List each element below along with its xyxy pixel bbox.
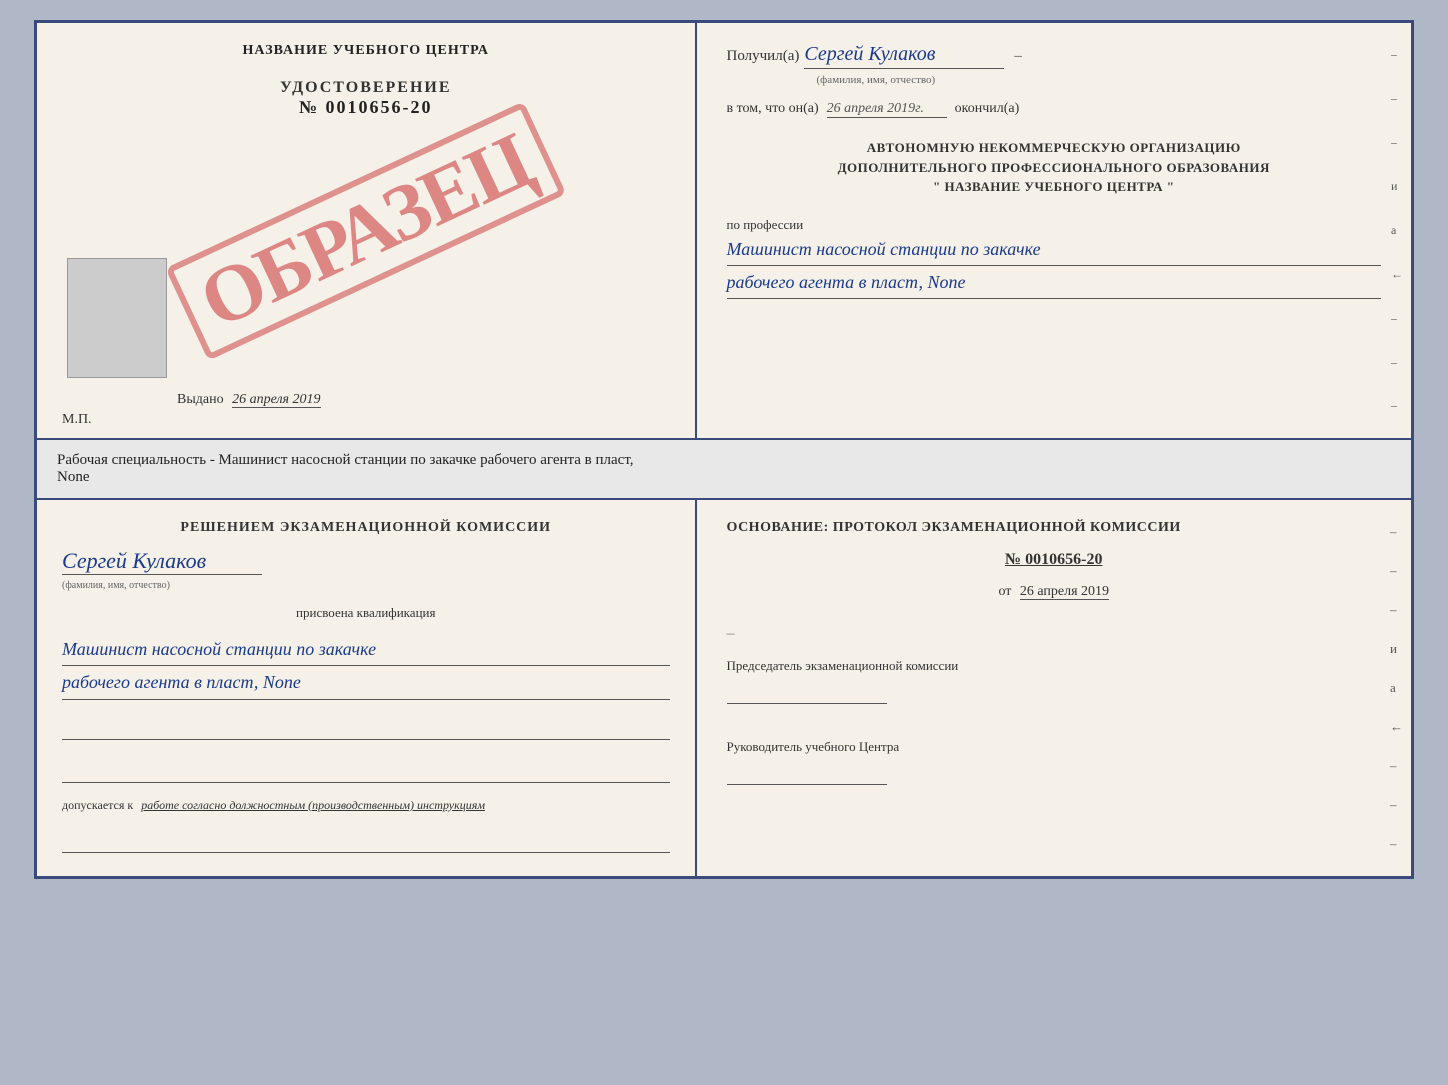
- profession-label: по профессии: [727, 217, 1381, 233]
- issued-label: Выдано: [177, 392, 224, 407]
- dash3: –: [1391, 135, 1403, 150]
- recipient-name: Сергей Кулаков: [804, 43, 1004, 69]
- bdash5: а: [1390, 680, 1403, 696]
- top-right-panel: Получил(а) Сергей Кулаков – (фамилия, им…: [697, 23, 1411, 438]
- dash6: ←: [1391, 267, 1403, 282]
- decision-title: Решением экзаменационной комиссии: [62, 520, 670, 536]
- dash-line: –: [727, 625, 1381, 643]
- dash1: –: [1391, 47, 1403, 62]
- date-line: в том, что он(а) 26 апреля 2019г. окончи…: [727, 101, 1381, 118]
- bdash2: –: [1390, 563, 1403, 579]
- chairman-sig-line: [727, 679, 887, 704]
- completion-date: 26 апреля 2019г.: [827, 101, 947, 118]
- protocol-date-prefix: от: [998, 584, 1011, 599]
- dash2: –: [1391, 91, 1403, 106]
- protocol-date: 26 апреля 2019: [1020, 584, 1109, 600]
- director-block: Руководитель учебного Центра: [727, 739, 1381, 785]
- bottom-profession-block: Машинист насосной станции по закачке раб…: [62, 633, 670, 700]
- top-document: НАЗВАНИЕ УЧЕБНОГО ЦЕНТРА УДОСТОВЕРЕНИЕ №…: [34, 20, 1414, 440]
- bdash6: ←: [1390, 719, 1403, 735]
- bdash9: –: [1390, 836, 1403, 852]
- recipient-line: Получил(а) Сергей Кулаков –: [727, 43, 1381, 69]
- bottom-profession-line1: Машинист насосной станции по закачке: [62, 633, 670, 666]
- dash5: а: [1391, 223, 1403, 238]
- bottom-profession-line2: рабочего агента в пласт, None: [62, 666, 670, 699]
- person-name: Сергей Кулаков: [62, 548, 262, 575]
- profession-line2: рабочего агента в пласт, None: [727, 266, 1381, 299]
- profession-line1: Машинист насосной станции по закачке: [727, 233, 1381, 266]
- person-sublabel: (фамилия, имя, отчество): [62, 580, 170, 591]
- date-suffix: окончил(а): [955, 101, 1020, 117]
- org-line3: " НАЗВАНИЕ УЧЕБНОГО ЦЕНТРА ": [727, 177, 1381, 197]
- top-left-panel: НАЗВАНИЕ УЧЕБНОГО ЦЕНТРА УДОСТОВЕРЕНИЕ №…: [37, 23, 697, 438]
- right-dashes: – – – и а ← – – –: [1391, 23, 1403, 438]
- middle-text-line2: None: [57, 469, 90, 485]
- underline1: [62, 715, 670, 740]
- director-sig-line: [727, 760, 887, 785]
- qualification-label: присвоена квалификация: [62, 605, 670, 621]
- bottom-document: Решением экзаменационной комиссии Сергей…: [34, 498, 1414, 879]
- recipient-sublabel: (фамилия, имя, отчество): [817, 74, 1381, 86]
- org-line2: ДОПОЛНИТЕЛЬНОГО ПРОФЕССИОНАЛЬНОГО ОБРАЗО…: [727, 158, 1381, 178]
- admission-text: допускается к работе согласно должностны…: [62, 798, 670, 813]
- recipient-prefix: Получил(а): [727, 48, 800, 65]
- date-prefix: в том, что он(а): [727, 101, 819, 117]
- document-container: НАЗВАНИЕ УЧЕБНОГО ЦЕНТРА УДОСТОВЕРЕНИЕ №…: [34, 20, 1414, 879]
- protocol-number: № 0010656-20: [727, 551, 1381, 569]
- person-name-block: Сергей Кулаков (фамилия, имя, отчество): [62, 548, 670, 593]
- profession-section: по профессии Машинист насосной станции п…: [727, 217, 1381, 300]
- underline3: [62, 828, 670, 853]
- bdash7: –: [1390, 758, 1403, 774]
- cert-number: № 0010656-20: [299, 97, 433, 117]
- dash9: –: [1391, 398, 1403, 413]
- cert-title: УДОСТОВЕРЕНИЕ: [280, 79, 452, 97]
- chairman-title: Председатель экзаменационной комиссии: [727, 658, 1381, 674]
- bottom-right-panel: Основание: протокол экзаменационной коми…: [697, 500, 1411, 876]
- director-title: Руководитель учебного Центра: [727, 739, 1381, 755]
- dash8: –: [1391, 355, 1403, 370]
- bottom-left-panel: Решением экзаменационной комиссии Сергей…: [37, 500, 697, 876]
- school-title-top: НАЗВАНИЕ УЧЕБНОГО ЦЕНТРА: [243, 43, 489, 59]
- bdash4: и: [1390, 641, 1403, 657]
- protocol-date-line: от 26 апреля 2019: [727, 584, 1381, 600]
- middle-text-block: Рабочая специальность - Машинист насосно…: [34, 440, 1414, 498]
- dash7: –: [1391, 311, 1403, 326]
- mp-label: М.П.: [62, 412, 92, 428]
- right-dashes-bottom: – – – и а ← – – –: [1390, 500, 1403, 876]
- bdash3: –: [1390, 602, 1403, 618]
- admission-prefix: допускается к: [62, 798, 133, 812]
- middle-text-content: Рабочая специальность - Машинист насосно…: [57, 452, 634, 468]
- admission-italic: работе согласно должностным (производств…: [141, 798, 485, 812]
- bdash1: –: [1390, 524, 1403, 540]
- underline2: [62, 758, 670, 783]
- spacer: –: [727, 625, 1381, 643]
- bdash8: –: [1390, 797, 1403, 813]
- chairman-block: Председатель экзаменационной комиссии: [727, 658, 1381, 704]
- photo-placeholder: [67, 258, 167, 378]
- org-line1: АВТОНОМНУЮ НЕКОММЕРЧЕСКУЮ ОРГАНИЗАЦИЮ: [727, 138, 1381, 158]
- cert-title-block: УДОСТОВЕРЕНИЕ № 0010656-20: [280, 79, 452, 118]
- issued-date: 26 апреля 2019: [232, 392, 320, 408]
- dash4: и: [1391, 179, 1403, 194]
- org-block: АВТОНОМНУЮ НЕКОММЕРЧЕСКУЮ ОРГАНИЗАЦИЮ ДО…: [727, 138, 1381, 197]
- issued-line: Выдано 26 апреля 2019: [177, 392, 321, 408]
- obrazets-stamp: ОБРАЗЕЦ: [165, 101, 566, 361]
- basis-title: Основание: протокол экзаменационной коми…: [727, 520, 1381, 536]
